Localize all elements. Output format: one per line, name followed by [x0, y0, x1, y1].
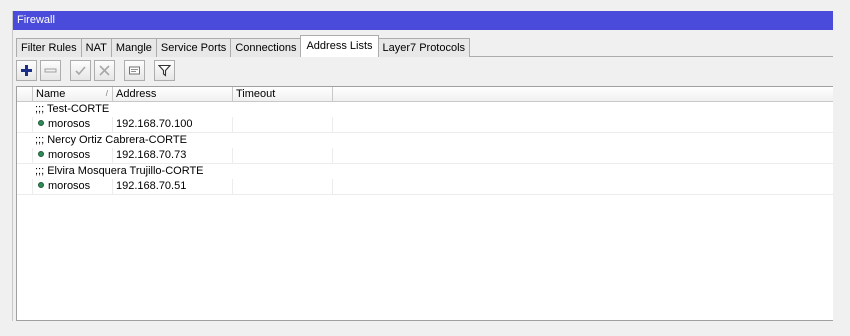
tab-filter-rules[interactable]: Filter Rules [16, 38, 82, 57]
table-row[interactable]: morosos 192.168.70.73 [17, 148, 833, 164]
comment-row[interactable]: ;;; Elvira Mosquera Trujillo-CORTE [17, 164, 833, 179]
header-address[interactable]: Address [113, 87, 233, 101]
tab-bar: Filter Rules NAT Mangle Service Ports Co… [16, 35, 833, 57]
tab-service-ports[interactable]: Service Ports [155, 38, 232, 57]
header-spacer [17, 87, 33, 101]
enable-button[interactable] [70, 60, 91, 81]
disable-button[interactable] [94, 60, 115, 81]
table-row[interactable]: morosos 192.168.70.100 [17, 117, 833, 133]
add-button[interactable] [16, 60, 37, 81]
remove-icon [44, 68, 57, 73]
name-cell: morosos [33, 179, 113, 194]
name-text: morosos [48, 149, 91, 161]
toolbar [16, 60, 175, 82]
row-spacer [17, 148, 33, 163]
address-cell: 192.168.70.100 [113, 117, 233, 132]
sort-indicator-icon: / [105, 89, 108, 98]
tab-address-lists[interactable]: Address Lists [300, 35, 379, 57]
comment-button[interactable] [124, 60, 145, 81]
disable-icon [99, 65, 110, 76]
header-name[interactable]: Name / [33, 87, 113, 101]
comment-row[interactable]: ;;; Test-CORTE [17, 102, 833, 117]
comment-row[interactable]: ;;; Nercy Ortiz Cabrera-CORTE [17, 133, 833, 148]
address-cell: 192.168.70.51 [113, 179, 233, 194]
name-text: morosos [48, 180, 91, 192]
tab-nat[interactable]: NAT [80, 38, 112, 57]
header-name-label: Name [36, 88, 66, 100]
filter-icon [158, 64, 171, 77]
tab-connections[interactable]: Connections [230, 38, 302, 57]
status-dot-icon [38, 182, 44, 189]
tab-mangle[interactable]: Mangle [110, 38, 157, 57]
timeout-cell [233, 148, 333, 163]
comment-icon [129, 66, 140, 75]
tab-layer7-protocols[interactable]: Layer7 Protocols [377, 38, 471, 57]
name-text: morosos [48, 118, 91, 130]
table-header: Name / Address Timeout [17, 87, 833, 102]
timeout-cell [233, 179, 333, 194]
status-dot-icon [38, 120, 44, 127]
enable-icon [75, 66, 86, 76]
add-icon [21, 65, 32, 76]
row-spacer [17, 179, 33, 194]
header-timeout[interactable]: Timeout [233, 87, 333, 101]
status-dot-icon [38, 151, 44, 158]
filter-button[interactable] [154, 60, 175, 81]
timeout-cell [233, 117, 333, 132]
remove-button[interactable] [40, 60, 61, 81]
name-cell: morosos [33, 117, 113, 132]
row-spacer [17, 117, 33, 132]
name-cell: morosos [33, 148, 113, 163]
address-list-table: Name / Address Timeout ;;; Test-CORTE mo… [16, 86, 833, 321]
table-row[interactable]: morosos 192.168.70.51 [17, 179, 833, 195]
window-title: Firewall [13, 11, 833, 30]
address-cell: 192.168.70.73 [113, 148, 233, 163]
firewall-window: Firewall Filter Rules NAT Mangle Service… [12, 11, 833, 321]
